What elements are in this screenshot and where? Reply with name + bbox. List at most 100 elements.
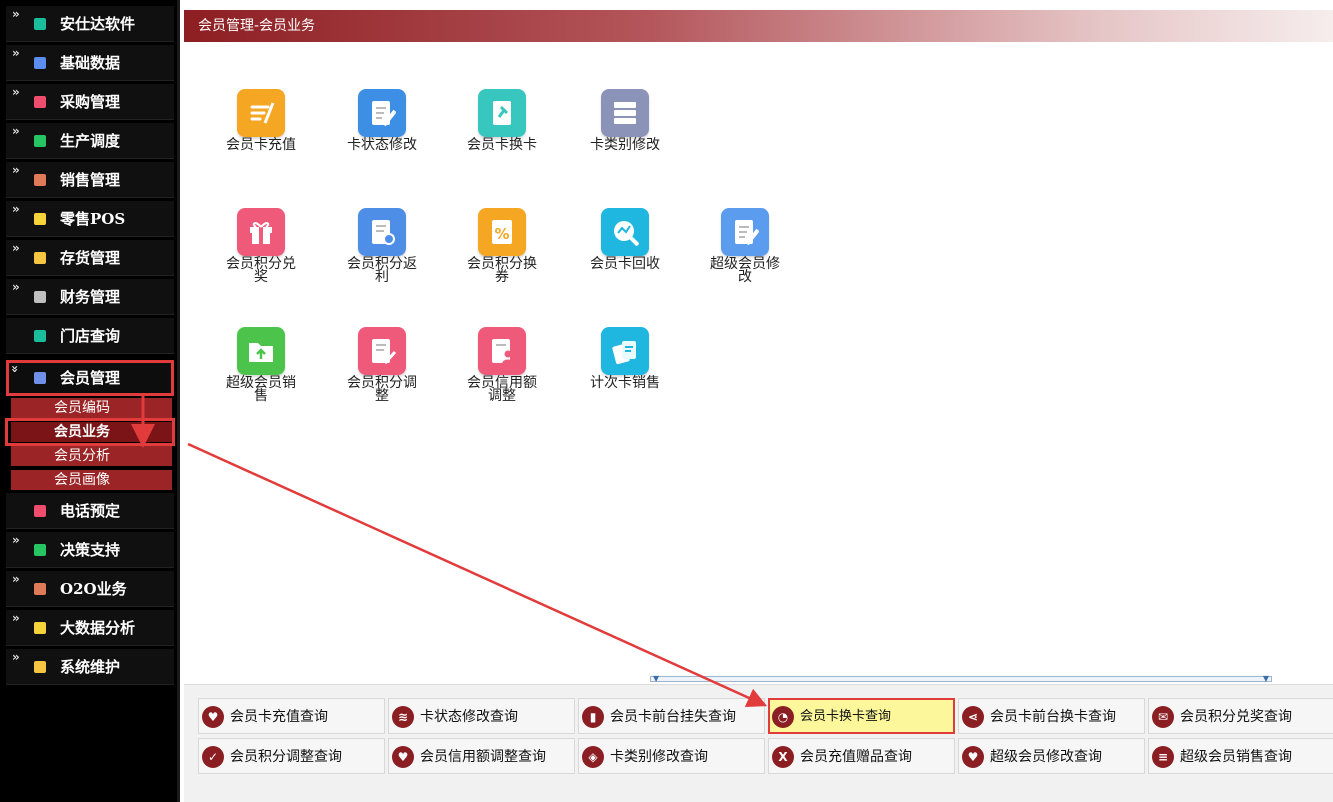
query-button[interactable]: ≡ 超级会员销售查询 [1148, 738, 1333, 774]
sidebar-item-3[interactable]: » 采购管理 [6, 84, 174, 120]
sidebar-item-label: 销售管理 [60, 171, 121, 189]
tile-label: 会员积分换券 [467, 256, 537, 285]
query-button[interactable]: ◔ 会员卡换卡查询 [768, 698, 955, 734]
check-icon: ✓ [202, 746, 224, 768]
chevron-right-icon: » [12, 163, 20, 177]
sidebar-item-1[interactable]: » 安仕达软件 [6, 6, 174, 42]
chevron-right-icon: » [12, 124, 20, 138]
x-icon: X [772, 746, 794, 768]
annotation-arrow-to-query [187, 442, 768, 707]
submenu-item-1[interactable]: 会员编码 [11, 398, 172, 418]
query-button[interactable]: ♥ 会员卡充值查询 [198, 698, 385, 734]
sidebar-item-15[interactable]: » 系统维护 [6, 649, 174, 685]
function-tile[interactable]: 计次卡销售 [570, 327, 680, 390]
submenu-item-3[interactable]: 会员分析 [11, 446, 172, 466]
heart-icon: ♥ [202, 706, 224, 728]
sidebar-item-label: 采购管理 [60, 93, 121, 111]
sidebar-item-label: 财务管理 [60, 288, 121, 306]
heart-icon: ♥ [962, 746, 984, 768]
function-tile[interactable]: 卡类别修改 [570, 89, 680, 152]
function-tile[interactable]: 会员积分调整 [327, 327, 437, 403]
query-button[interactable]: ✉ 会员积分兑奖查询 [1148, 698, 1333, 734]
sidebar-item-5[interactable]: » 销售管理 [6, 162, 174, 198]
query-button-label: 会员卡充值查询 [230, 709, 328, 725]
sidebar-item-6[interactable]: » 零售POS [6, 201, 174, 237]
sidebar-item-label: 会员管理 [60, 369, 121, 387]
heart-icon: ♥ [392, 746, 414, 768]
sidebar-item-9[interactable]: 门店查询 [6, 318, 174, 354]
sales-icon [34, 174, 46, 186]
function-tile[interactable]: 会员积分返利 [327, 208, 437, 284]
query-button-label: 超级会员销售查询 [1180, 749, 1292, 765]
chevron-right-icon: » [12, 202, 20, 216]
query-button-label: 会员积分调整查询 [230, 749, 342, 765]
query-button-label: 超级会员修改查询 [990, 749, 1102, 765]
sidebar-item-label: 电话预定 [60, 502, 121, 520]
query-button[interactable]: ♥ 超级会员修改查询 [958, 738, 1145, 774]
gift-icon [237, 208, 285, 256]
query-button[interactable]: ♥ 会员信用额调整查询 [388, 738, 575, 774]
query-button-label: 会员积分兑奖查询 [1180, 709, 1292, 725]
function-tile[interactable]: 超级会员销售 [206, 327, 316, 403]
tag-icon: ◈ [582, 746, 604, 768]
sidebar-item-13[interactable]: » O2O业务 [6, 571, 174, 607]
doc-gear-icon [358, 208, 406, 256]
query-button[interactable]: X 会员充值赠品查询 [768, 738, 955, 774]
function-tile[interactable]: 卡状态修改 [327, 89, 437, 152]
bar-chart-icon: ▮ [582, 706, 604, 728]
sidebar-item-10[interactable]: » 会员管理 [6, 360, 174, 396]
query-button[interactable]: ▮ 会员卡前台挂失查询 [578, 698, 765, 734]
tile-label: 卡状态修改 [347, 137, 417, 153]
submenu-item-2[interactable]: 会员业务 [11, 422, 172, 442]
horizontal-scrollbar[interactable]: ▼ ▼ [650, 674, 1272, 683]
sidebar-item-label: 决策支持 [60, 541, 121, 559]
query-button-label: 卡状态修改查询 [420, 709, 518, 725]
tile-label: 超级会员修改 [710, 256, 780, 285]
tile-label: 超级会员销售 [226, 375, 296, 404]
software-icon [34, 18, 46, 30]
chevron-right-icon: » [12, 241, 20, 255]
production-icon [34, 135, 46, 147]
sidebar-item-4[interactable]: » 生产调度 [6, 123, 174, 159]
query-button-label: 会员卡前台挂失查询 [610, 709, 736, 725]
sidebar-item-11[interactable]: 电话预定 [6, 493, 174, 529]
sidebar-item-14[interactable]: » 大数据分析 [6, 610, 174, 646]
query-button-label: 会员卡换卡查询 [800, 709, 892, 724]
chat-icon: ✉ [1152, 706, 1174, 728]
bigdata-icon [34, 622, 46, 634]
function-tile[interactable]: 会员卡充值 [206, 89, 316, 152]
query-button[interactable]: ⋖ 会员卡前台换卡查询 [958, 698, 1145, 734]
pie-icon: ◔ [772, 706, 794, 728]
tile-label: 会员积分调整 [347, 375, 417, 404]
member-icon [34, 372, 46, 384]
query-button[interactable]: ✓ 会员积分调整查询 [198, 738, 385, 774]
sidebar-item-12[interactable]: » 决策支持 [6, 532, 174, 568]
sidebar-item-7[interactable]: » 存货管理 [6, 240, 174, 276]
data-icon [34, 57, 46, 69]
function-tile[interactable]: 会员积分兑奖 [206, 208, 316, 284]
page-header: 会员管理-会员业务 [184, 10, 1333, 42]
sidebar-item-label: 零售POS [60, 210, 126, 228]
query-button[interactable]: ◈ 卡类别修改查询 [578, 738, 765, 774]
function-tile[interactable]: 会员卡回收 [570, 208, 680, 271]
chevron-right-icon: » [12, 7, 20, 21]
function-tile[interactable]: % 会员积分换券 [447, 208, 557, 284]
sidebar-item-label: 门店查询 [60, 327, 121, 345]
tile-label: 会员卡充值 [226, 137, 296, 153]
sidebar-item-2[interactable]: » 基础数据 [6, 45, 174, 81]
function-tile[interactable]: 会员卡换卡 [447, 89, 557, 152]
sidebar-item-label: 安仕达软件 [60, 15, 136, 33]
function-tile[interactable]: 会员信用额调整 [447, 327, 557, 403]
page-title: 会员管理-会员业务 [198, 18, 316, 34]
submenu-item-4[interactable]: 会员画像 [11, 470, 172, 490]
function-tile[interactable]: 超级会员修改 [690, 208, 800, 284]
query-button-label: 会员充值赠品查询 [800, 749, 912, 765]
scroll-left-arrow-icon[interactable]: ▼ [653, 674, 659, 683]
server-icon [601, 89, 649, 137]
sidebar-item-8[interactable]: » 财务管理 [6, 279, 174, 315]
query-button[interactable]: ≋ 卡状态修改查询 [388, 698, 575, 734]
scroll-right-arrow-icon[interactable]: ▼ [1263, 674, 1269, 683]
search-chart-icon [601, 208, 649, 256]
decision-icon [34, 544, 46, 556]
doc-user-icon [478, 327, 526, 375]
